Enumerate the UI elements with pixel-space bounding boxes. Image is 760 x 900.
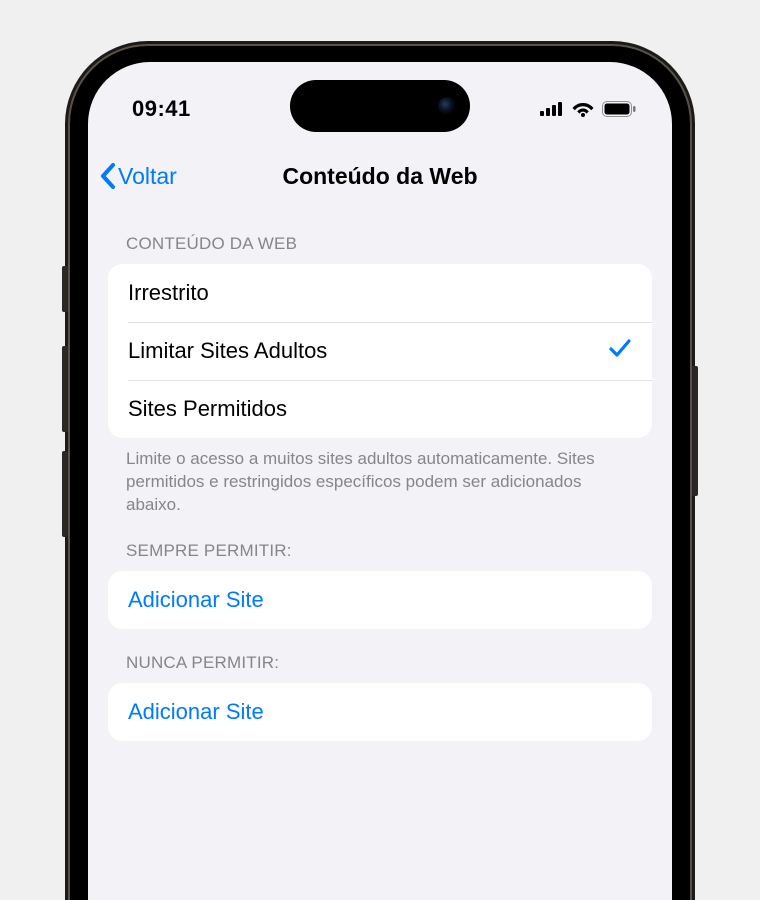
cellular-icon [540, 102, 564, 116]
battery-icon [602, 101, 636, 117]
side-button-power [692, 366, 698, 496]
section-footer-web-content: Limite o acesso a muitos sites adultos a… [108, 438, 652, 517]
option-allowed-only[interactable]: Sites Permitidos [108, 380, 652, 438]
chevron-left-icon [100, 163, 116, 189]
option-label: Limitar Sites Adultos [128, 338, 327, 364]
checkmark-icon [608, 336, 632, 366]
web-content-group: Irrestrito Limitar Sites Adultos Sites P… [108, 264, 652, 438]
status-indicators [540, 101, 636, 117]
always-allow-group: Adicionar Site [108, 571, 652, 629]
page-title: Conteúdo da Web [282, 163, 477, 190]
side-button-volume-down [62, 451, 68, 537]
section-header-web-content: CONTEÚDO DA WEB [108, 202, 652, 264]
dynamic-island [290, 80, 470, 132]
back-label: Voltar [118, 163, 177, 190]
option-label: Irrestrito [128, 280, 209, 306]
never-allow-group: Adicionar Site [108, 683, 652, 741]
status-time: 09:41 [132, 96, 191, 122]
option-unrestricted[interactable]: Irrestrito [108, 264, 652, 322]
option-limit-adult[interactable]: Limitar Sites Adultos [108, 322, 652, 380]
option-label: Sites Permitidos [128, 396, 287, 422]
phone-frame: 09:41 [70, 46, 690, 900]
screen: 09:41 [88, 62, 672, 900]
content-area: CONTEÚDO DA WEB Irrestrito Limitar Sites… [88, 202, 672, 741]
side-button-silence [62, 266, 68, 312]
side-button-volume-up [62, 346, 68, 432]
front-camera-icon [438, 97, 456, 115]
back-button[interactable]: Voltar [96, 163, 177, 190]
section-header-never-allow: NUNCA PERMITIR: [108, 629, 652, 683]
nav-bar: Voltar Conteúdo da Web [88, 150, 672, 202]
add-site-label: Adicionar Site [128, 587, 264, 613]
add-site-label: Adicionar Site [128, 699, 264, 725]
section-header-always-allow: SEMPRE PERMITIR: [108, 517, 652, 571]
add-site-never-allow-button[interactable]: Adicionar Site [108, 683, 652, 741]
wifi-icon [572, 101, 594, 117]
add-site-always-allow-button[interactable]: Adicionar Site [108, 571, 652, 629]
